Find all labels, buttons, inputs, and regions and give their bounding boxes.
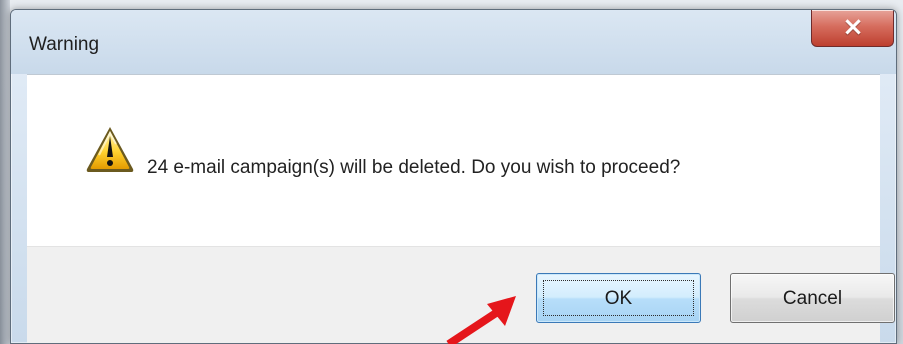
dialog-title-bar: Warning × (11, 10, 896, 74)
red-arrow-annotation (446, 296, 516, 344)
screenshot-stage: Warning × 24 e-mail campaign(s) will be … (0, 0, 903, 344)
warning-message: 24 e-mail campaign(s) will be deleted. D… (147, 157, 681, 178)
dialog-content: 24 e-mail campaign(s) will be deleted. D… (27, 74, 880, 247)
close-button[interactable]: × (811, 10, 894, 47)
ok-button[interactable]: OK (536, 273, 701, 323)
close-icon: × (842, 12, 864, 42)
background-window-edge (0, 0, 10, 344)
ok-button-label: OK (604, 288, 633, 309)
cancel-button[interactable]: Cancel (730, 273, 895, 323)
cancel-button-label: Cancel (782, 288, 843, 309)
warning-icon (86, 127, 134, 172)
dialog-title: Warning (29, 34, 100, 55)
